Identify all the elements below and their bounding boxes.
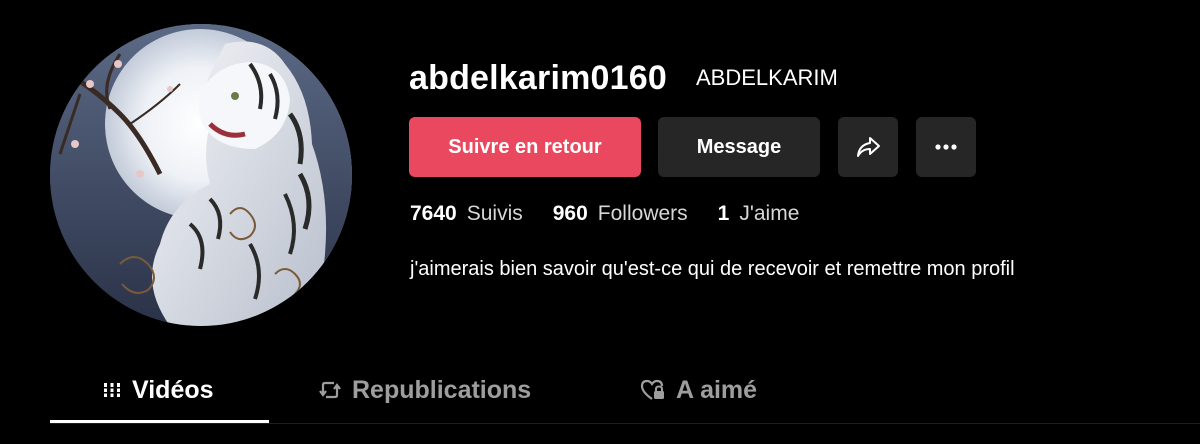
followers-label: Followers — [597, 202, 688, 225]
likes-label: J'aime — [739, 202, 800, 225]
following-label: Suivis — [466, 202, 523, 225]
message-button[interactable]: Message — [658, 117, 820, 177]
tiger-moon-avatar-image — [50, 24, 352, 326]
tab-videos[interactable]: Vidéos — [102, 358, 214, 422]
follow-back-button[interactable]: Suivre en retour — [409, 117, 641, 177]
profile-bio: j'aimerais bien savoir qu'est-ce qui de … — [410, 258, 1015, 280]
profile-tabs: Vidéos Republications A aimé — [50, 358, 1200, 424]
tabs-divider — [50, 423, 1200, 424]
heart-lock-icon — [640, 379, 666, 401]
followers-stat[interactable]: 960 Followers — [553, 200, 688, 228]
more-options-button[interactable] — [916, 117, 976, 177]
share-button[interactable] — [838, 117, 898, 177]
tab-republications-label: Republications — [352, 375, 532, 404]
more-dots-icon — [935, 144, 957, 150]
username: abdelkarim0160 — [409, 59, 667, 97]
likes-count: 1 — [717, 202, 730, 225]
share-arrow-icon — [857, 137, 880, 157]
nickname: ABDELKARIM — [696, 65, 838, 90]
repost-icon — [318, 379, 342, 401]
avatar[interactable] — [50, 24, 352, 326]
tab-republications[interactable]: Republications — [318, 358, 531, 422]
following-count: 7640 — [410, 202, 457, 225]
followers-count: 960 — [552, 202, 588, 225]
following-stat[interactable]: 7640 Suivis — [410, 200, 523, 228]
likes-stat: 1 J'aime — [718, 200, 800, 228]
message-label: Message — [696, 135, 782, 158]
tab-liked[interactable]: A aimé — [640, 358, 757, 422]
profile-stats: 7640 Suivis 960 Followers 1 J'aime — [410, 200, 829, 228]
grid-bars-icon — [102, 380, 122, 400]
tab-liked-label: A aimé — [676, 375, 758, 404]
tab-videos-label: Vidéos — [132, 375, 214, 404]
profile-page: abdelkarim0160 ABDELKARIM Suivre en reto… — [0, 0, 1200, 444]
follow-back-label: Suivre en retour — [448, 135, 602, 158]
